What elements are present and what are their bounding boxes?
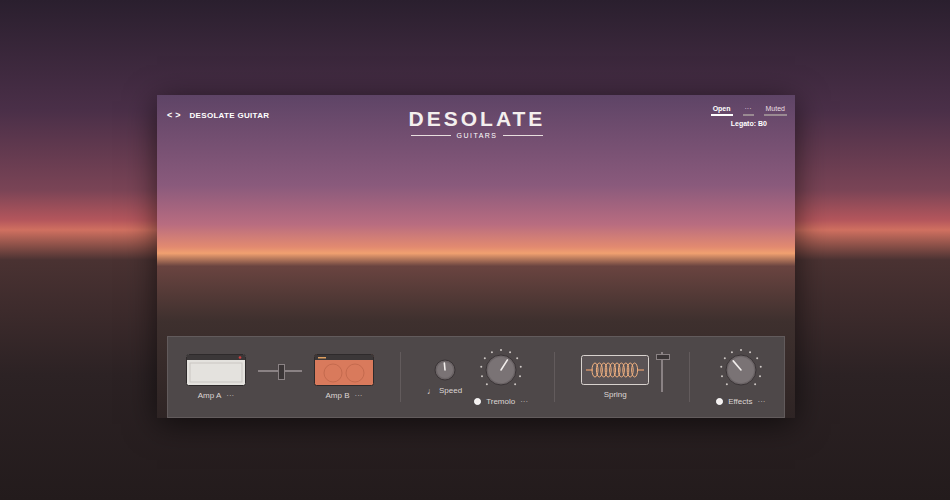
articulation-option[interactable]: ··· xyxy=(743,104,754,116)
legato-label: Legato: B0 xyxy=(731,120,767,127)
amp-a-icon[interactable] xyxy=(186,354,246,386)
prev-preset-button[interactable]: < xyxy=(167,110,172,120)
spring-reverb-icon[interactable] xyxy=(581,355,649,385)
logo-subtitle: GUITARS xyxy=(409,132,546,139)
background: < > DESOLATE GUITAR DESOLATE GUITARS Ope… xyxy=(0,0,950,500)
reverb-mix-slider[interactable] xyxy=(661,352,663,402)
amp-label: Amp A xyxy=(198,391,222,400)
speed-label: Speed xyxy=(439,386,462,395)
amp-label: Amp B xyxy=(325,391,349,400)
reverb-label: Spring xyxy=(604,390,627,399)
articulation: Open ··· Muted Legato: B0 xyxy=(711,104,787,127)
amp-b: Amp B ··· xyxy=(314,354,374,400)
tremolo-label: Tremolo xyxy=(486,397,515,406)
header: < > DESOLATE GUITAR DESOLATE GUITARS Ope… xyxy=(157,95,795,139)
tremolo-power-button[interactable] xyxy=(474,398,481,405)
artwork xyxy=(157,139,795,336)
effects-menu-button[interactable]: ··· xyxy=(758,397,766,406)
tremolo-menu-button[interactable]: ··· xyxy=(520,397,528,406)
articulation-option[interactable]: Muted xyxy=(764,104,787,116)
articulation-option[interactable]: Open xyxy=(711,104,733,116)
amp-a: Amp A ··· xyxy=(186,354,246,400)
reverb-section: Spring xyxy=(581,352,663,402)
plugin-window: < > DESOLATE GUITAR DESOLATE GUITARS Ope… xyxy=(157,95,795,418)
logo: DESOLATE GUITARS xyxy=(409,104,546,139)
next-preset-button[interactable]: > xyxy=(175,110,180,120)
amp-b-icon[interactable] xyxy=(314,354,374,386)
effects-power-button[interactable] xyxy=(716,398,723,405)
preset-name[interactable]: DESOLATE GUITAR xyxy=(190,111,270,120)
amp-menu-button[interactable]: ··· xyxy=(355,391,363,400)
speed-knob[interactable] xyxy=(434,359,456,381)
amp-menu-button[interactable]: ··· xyxy=(226,391,234,400)
effects-label: Effects xyxy=(728,397,752,406)
effects-knob[interactable] xyxy=(719,348,763,392)
sync-note-icon[interactable]: ♩ xyxy=(427,386,436,396)
preset-nav: < > DESOLATE GUITAR xyxy=(167,104,409,120)
control-panel: Amp A ··· Amp B ··· ♩Speed Tremolo ··· Spr… xyxy=(167,336,785,418)
tremolo-knob[interactable] xyxy=(479,348,523,392)
logo-title: DESOLATE xyxy=(409,108,546,129)
amp-blend-slider[interactable] xyxy=(258,370,302,384)
tremolo-section: ♩Speed Tremolo ··· xyxy=(427,348,528,406)
